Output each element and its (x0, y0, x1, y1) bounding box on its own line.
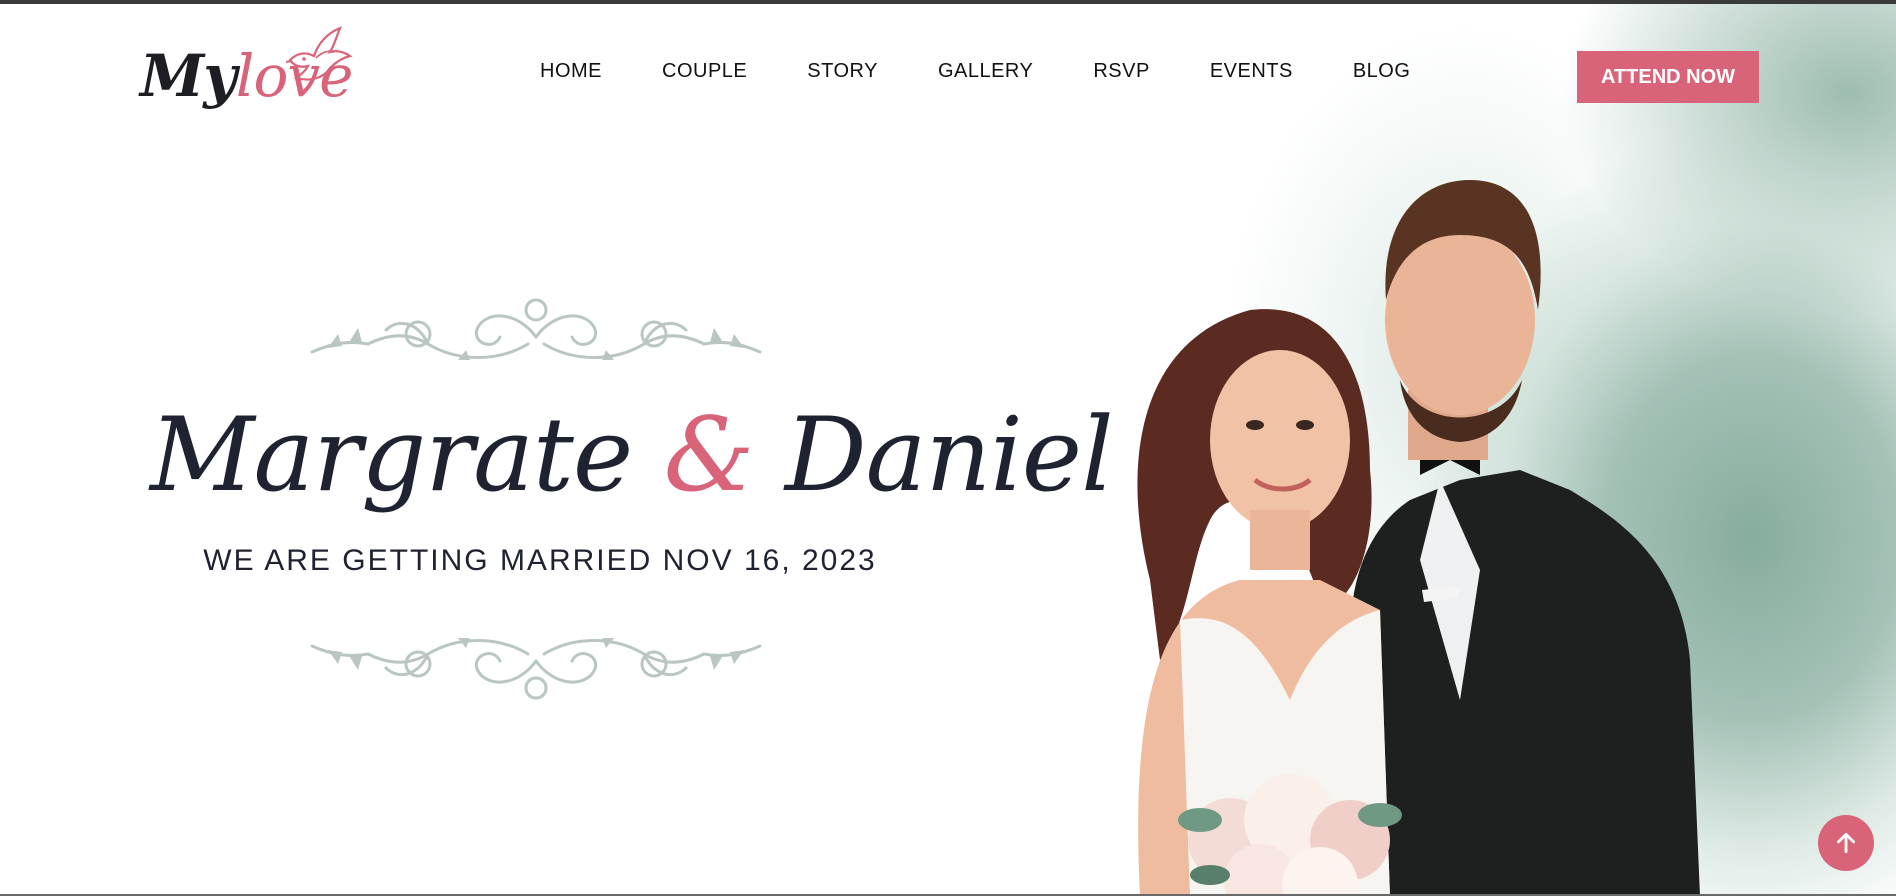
arrow-up-icon (1837, 832, 1855, 854)
flourish-ornament-bottom (310, 638, 762, 700)
main-nav: HOME COUPLE STORY GALLERY RSVP EVENTS BL… (540, 60, 1470, 83)
dove-icon (285, 25, 353, 81)
attend-now-button[interactable]: ATTEND NOW (1577, 51, 1759, 103)
nav-blog[interactable]: BLOG (1353, 60, 1411, 83)
nav-gallery[interactable]: GALLERY (938, 60, 1033, 83)
flourish-ornament-top (310, 298, 762, 360)
nav-rsvp[interactable]: RSVP (1093, 60, 1149, 83)
logo-word-my: My (140, 42, 237, 110)
site-logo[interactable]: Mylove (138, 22, 358, 122)
nav-story[interactable]: STORY (807, 60, 878, 83)
scroll-to-top-button[interactable] (1818, 815, 1874, 871)
nav-home[interactable]: HOME (540, 60, 602, 83)
ampersand: & (663, 396, 755, 515)
nav-events[interactable]: EVENTS (1210, 60, 1293, 83)
couple-photo (1137, 180, 1700, 896)
name-bride: Margrate (150, 396, 633, 515)
nav-couple[interactable]: COUPLE (662, 60, 747, 83)
couple-names-heading: Margrate & Daniel (150, 396, 1114, 515)
wedding-date-subtitle: WE ARE GETTING MARRIED NOV 16, 2023 (203, 544, 877, 577)
